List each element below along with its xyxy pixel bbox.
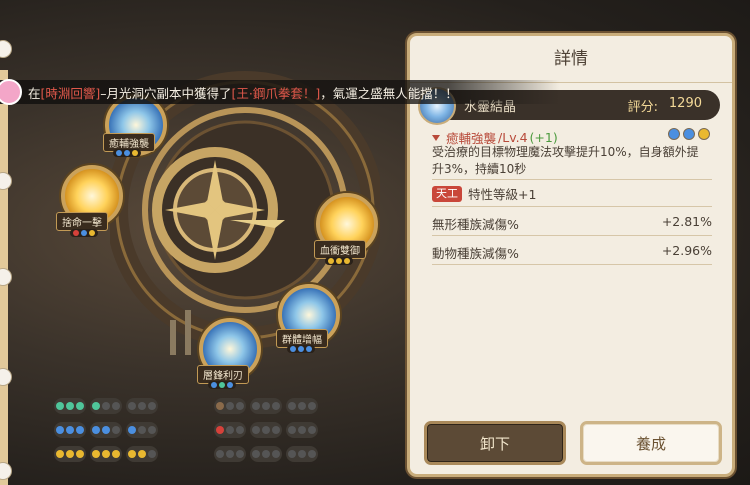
edge-nub[interactable] <box>0 172 12 190</box>
divider <box>432 264 712 265</box>
trait-row: 天工 特性等級+1 <box>432 184 536 203</box>
announce-middle: –月光洞穴副本中獲得了 <box>100 85 232 101</box>
socket-slot[interactable] <box>214 398 246 414</box>
socket-slot[interactable] <box>90 422 122 438</box>
socket-slot[interactable] <box>286 398 318 414</box>
divider <box>432 179 712 180</box>
socket-slot[interactable] <box>214 422 246 438</box>
socket-slot[interactable] <box>126 422 158 438</box>
skill-bonus: (+1) <box>529 130 558 145</box>
trait-text: 特性等級+1 <box>468 187 537 202</box>
nurture-button[interactable]: 養成 <box>580 421 722 465</box>
triangle-down-icon <box>432 134 440 141</box>
node-socket-dots <box>113 149 141 157</box>
divider <box>432 206 712 207</box>
stat-row: 動物種族減傷% +2.96% <box>432 243 712 262</box>
stat-name: 動物種族減傷% <box>432 246 519 261</box>
socket-slot[interactable] <box>54 446 86 462</box>
divider <box>432 235 712 236</box>
socket-slot[interactable] <box>126 398 158 414</box>
stat-value: +2.96% <box>661 243 712 258</box>
socket-slot[interactable] <box>214 446 246 462</box>
avatar-pink-icon <box>0 79 22 105</box>
stat-value: +2.81% <box>661 214 712 229</box>
game-scene: 癒輔強襲 捨命一擊 血衝雙御 群體增幅 層鋒利刃 詳情 水靈結晶 評分: 129… <box>0 0 750 485</box>
socket-slot[interactable] <box>126 446 158 462</box>
edge-nub[interactable] <box>0 368 12 386</box>
stat-row: 無形種族減傷% +2.81% <box>432 214 712 233</box>
socket-slot[interactable] <box>250 446 282 462</box>
skill-level: /Lv.4 <box>498 130 528 145</box>
socket-slot[interactable] <box>286 422 318 438</box>
node-socket-dots <box>70 229 98 237</box>
announce-prefix: 在 <box>28 85 41 101</box>
stat-name: 無形種族減傷% <box>432 217 519 232</box>
announce-location: [時淵回響] <box>40 85 101 101</box>
score-value: 1290 <box>668 96 702 111</box>
skill-socket-dots <box>668 128 710 140</box>
socket-slot[interactable] <box>286 446 318 462</box>
score-label: 評分: <box>627 100 658 115</box>
edge-nub[interactable] <box>0 268 12 286</box>
socket-slot[interactable] <box>250 422 282 438</box>
node-socket-dots <box>325 257 353 265</box>
node-socket-dots <box>208 381 236 389</box>
socket-slot[interactable] <box>54 422 86 438</box>
announcement-banner: 在 [時淵回響] –月光洞穴副本中獲得了 [王·鋼爪拳套！] ，氣運之盛無人能擋！！ <box>0 79 560 105</box>
socket-slot[interactable] <box>90 446 122 462</box>
socket-slot[interactable] <box>90 398 122 414</box>
trait-tag: 天工 <box>432 185 462 202</box>
socket-slot[interactable] <box>54 398 86 414</box>
announce-suffix: ，氣運之盛無人能擋！！ <box>320 85 458 101</box>
unequip-button[interactable]: 卸下 <box>424 421 566 465</box>
edge-nub[interactable] <box>0 462 12 480</box>
socket-slot[interactable] <box>250 398 282 414</box>
edge-nub[interactable] <box>0 40 12 58</box>
panel-title: 詳情 <box>410 36 732 83</box>
node-socket-dots <box>287 345 315 353</box>
skill-description: 受治療的目標物理魔法攻擊提升10%，自身額外提升3%，持續10秒 <box>432 145 699 176</box>
announce-item: [王·鋼爪拳套！] <box>231 85 321 101</box>
